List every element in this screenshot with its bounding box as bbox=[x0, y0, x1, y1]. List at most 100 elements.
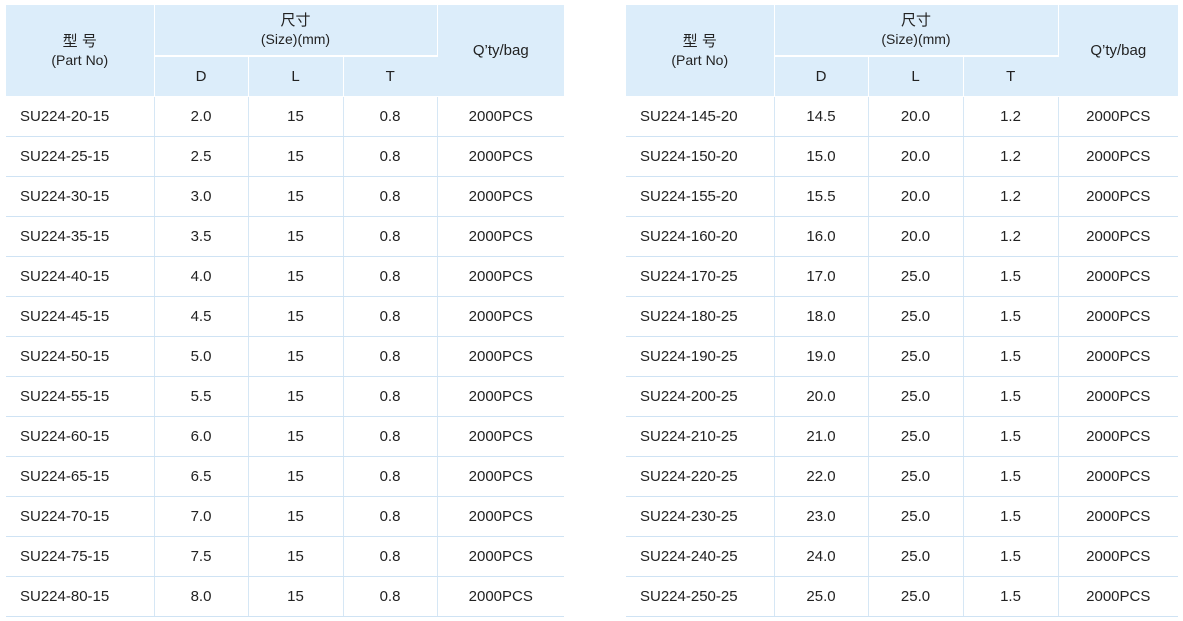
table-row: SU224-80-15 8.0 15 0.8 2000PCS bbox=[6, 576, 564, 617]
table-row: SU224-220-25 22.0 25.0 1.5 2000PCS bbox=[626, 456, 1178, 497]
table-row: SU224-70-15 7.0 15 0.8 2000PCS bbox=[6, 496, 564, 537]
t-cell: 1.5 bbox=[963, 296, 1059, 337]
d-cell: 18.0 bbox=[774, 296, 869, 337]
t-cell: 1.5 bbox=[963, 456, 1059, 497]
l-cell: 20.0 bbox=[868, 176, 964, 217]
table-row: SU224-180-25 18.0 25.0 1.5 2000PCS bbox=[626, 296, 1178, 337]
qty-cell: 2000PCS bbox=[437, 216, 564, 257]
t-cell: 0.8 bbox=[343, 296, 438, 337]
qty-cell: 2000PCS bbox=[437, 536, 564, 577]
l-cell: 15 bbox=[248, 216, 344, 257]
model-header-en: (Part No) bbox=[51, 51, 109, 68]
col-t-header: T bbox=[963, 56, 1058, 97]
part-no-cell: SU224-55-15 bbox=[6, 376, 155, 417]
l-cell: 25.0 bbox=[868, 296, 964, 337]
table-row: SU224-145-20 14.5 20.0 1.2 2000PCS bbox=[626, 96, 1178, 137]
d-cell: 8.0 bbox=[154, 576, 249, 617]
qty-cell: 2000PCS bbox=[437, 136, 564, 177]
table-row: SU224-20-15 2.0 15 0.8 2000PCS bbox=[6, 96, 564, 137]
qty-cell: 2000PCS bbox=[1058, 216, 1178, 257]
qty-cell: 2000PCS bbox=[437, 456, 564, 497]
d-cell: 7.5 bbox=[154, 536, 249, 577]
l-cell: 15 bbox=[248, 376, 344, 417]
t-cell: 0.8 bbox=[343, 536, 438, 577]
qty-cell: 2000PCS bbox=[437, 176, 564, 217]
t-cell: 1.5 bbox=[963, 336, 1059, 377]
qty-cell: 2000PCS bbox=[1058, 416, 1178, 457]
table-row: SU224-250-25 25.0 25.0 1.5 2000PCS bbox=[626, 576, 1178, 617]
t-cell: 0.8 bbox=[343, 416, 438, 457]
part-no-cell: SU224-190-25 bbox=[626, 336, 775, 377]
table-row: SU224-160-20 16.0 20.0 1.2 2000PCS bbox=[626, 216, 1178, 257]
spec-table-left: 型 号 (Part No) 尺寸 (Size)(mm) Q’ty/bag D L… bbox=[6, 5, 564, 617]
qty-cell: 2000PCS bbox=[437, 336, 564, 377]
qty-cell: 2000PCS bbox=[437, 416, 564, 457]
part-no-cell: SU224-45-15 bbox=[6, 296, 155, 337]
qty-header: Q’ty/bag bbox=[1058, 5, 1178, 97]
right-table-body: SU224-145-20 14.5 20.0 1.2 2000PCS SU224-150-… bbox=[626, 96, 1178, 617]
l-cell: 25.0 bbox=[868, 416, 964, 457]
t-cell: 0.8 bbox=[343, 336, 438, 377]
qty-cell: 2000PCS bbox=[1058, 136, 1178, 177]
t-cell: 0.8 bbox=[343, 496, 438, 537]
l-cell: 15 bbox=[248, 176, 344, 217]
t-cell: 0.8 bbox=[343, 456, 438, 497]
table-row: SU224-150-20 15.0 20.0 1.2 2000PCS bbox=[626, 136, 1178, 177]
part-no-cell: SU224-170-25 bbox=[626, 256, 775, 297]
d-cell: 22.0 bbox=[774, 456, 869, 497]
t-cell: 0.8 bbox=[343, 576, 438, 617]
t-cell: 1.2 bbox=[963, 176, 1059, 217]
table-row: SU224-30-15 3.0 15 0.8 2000PCS bbox=[6, 176, 564, 217]
d-cell: 24.0 bbox=[774, 536, 869, 577]
l-cell: 15 bbox=[248, 416, 344, 457]
l-cell: 15 bbox=[248, 536, 344, 577]
l-cell: 25.0 bbox=[868, 336, 964, 377]
t-cell: 0.8 bbox=[343, 136, 438, 177]
l-cell: 25.0 bbox=[868, 496, 964, 537]
l-cell: 25.0 bbox=[868, 456, 964, 497]
model-header: 型 号 (Part No) bbox=[6, 5, 155, 97]
t-cell: 0.8 bbox=[343, 376, 438, 417]
l-cell: 15 bbox=[248, 576, 344, 617]
l-cell: 25.0 bbox=[868, 576, 964, 617]
qty-cell: 2000PCS bbox=[437, 496, 564, 537]
qty-cell: 2000PCS bbox=[437, 296, 564, 337]
qty-cell: 2000PCS bbox=[1058, 96, 1178, 137]
t-cell: 1.2 bbox=[963, 136, 1059, 177]
l-cell: 20.0 bbox=[868, 136, 964, 177]
d-cell: 19.0 bbox=[774, 336, 869, 377]
t-cell: 0.8 bbox=[343, 96, 438, 137]
l-cell: 15 bbox=[248, 296, 344, 337]
d-cell: 15.0 bbox=[774, 136, 869, 177]
qty-cell: 2000PCS bbox=[437, 376, 564, 417]
model-header-en: (Part No) bbox=[671, 51, 729, 68]
table-row: SU224-60-15 6.0 15 0.8 2000PCS bbox=[6, 416, 564, 457]
col-d-header: D bbox=[774, 56, 869, 97]
qty-cell: 2000PCS bbox=[1058, 176, 1178, 217]
d-cell: 6.0 bbox=[154, 416, 249, 457]
d-cell: 3.0 bbox=[154, 176, 249, 217]
table-row: SU224-210-25 21.0 25.0 1.5 2000PCS bbox=[626, 416, 1178, 457]
table-row: SU224-155-20 15.5 20.0 1.2 2000PCS bbox=[626, 176, 1178, 217]
part-no-cell: SU224-20-15 bbox=[6, 96, 155, 137]
col-l-header: L bbox=[868, 56, 964, 97]
col-d-header: D bbox=[154, 56, 249, 97]
l-cell: 20.0 bbox=[868, 216, 964, 257]
l-cell: 15 bbox=[248, 256, 344, 297]
qty-cell: 2000PCS bbox=[1058, 376, 1178, 417]
model-header-zh: 型 号 bbox=[62, 32, 97, 50]
d-cell: 6.5 bbox=[154, 456, 249, 497]
table-row: SU224-40-15 4.0 15 0.8 2000PCS bbox=[6, 256, 564, 297]
t-cell: 0.8 bbox=[343, 176, 438, 217]
d-cell: 14.5 bbox=[774, 96, 869, 137]
qty-cell: 2000PCS bbox=[1058, 576, 1178, 617]
d-cell: 5.0 bbox=[154, 336, 249, 377]
l-cell: 25.0 bbox=[868, 376, 964, 417]
part-no-cell: SU224-230-25 bbox=[626, 496, 775, 537]
t-cell: 1.2 bbox=[963, 216, 1059, 257]
spec-sheet: 型 号 (Part No) 尺寸 (Size)(mm) Q’ty/bag D L… bbox=[0, 0, 1183, 621]
col-l-header: L bbox=[248, 56, 344, 97]
part-no-cell: SU224-80-15 bbox=[6, 576, 155, 617]
l-cell: 15 bbox=[248, 336, 344, 377]
t-cell: 1.2 bbox=[963, 96, 1059, 137]
